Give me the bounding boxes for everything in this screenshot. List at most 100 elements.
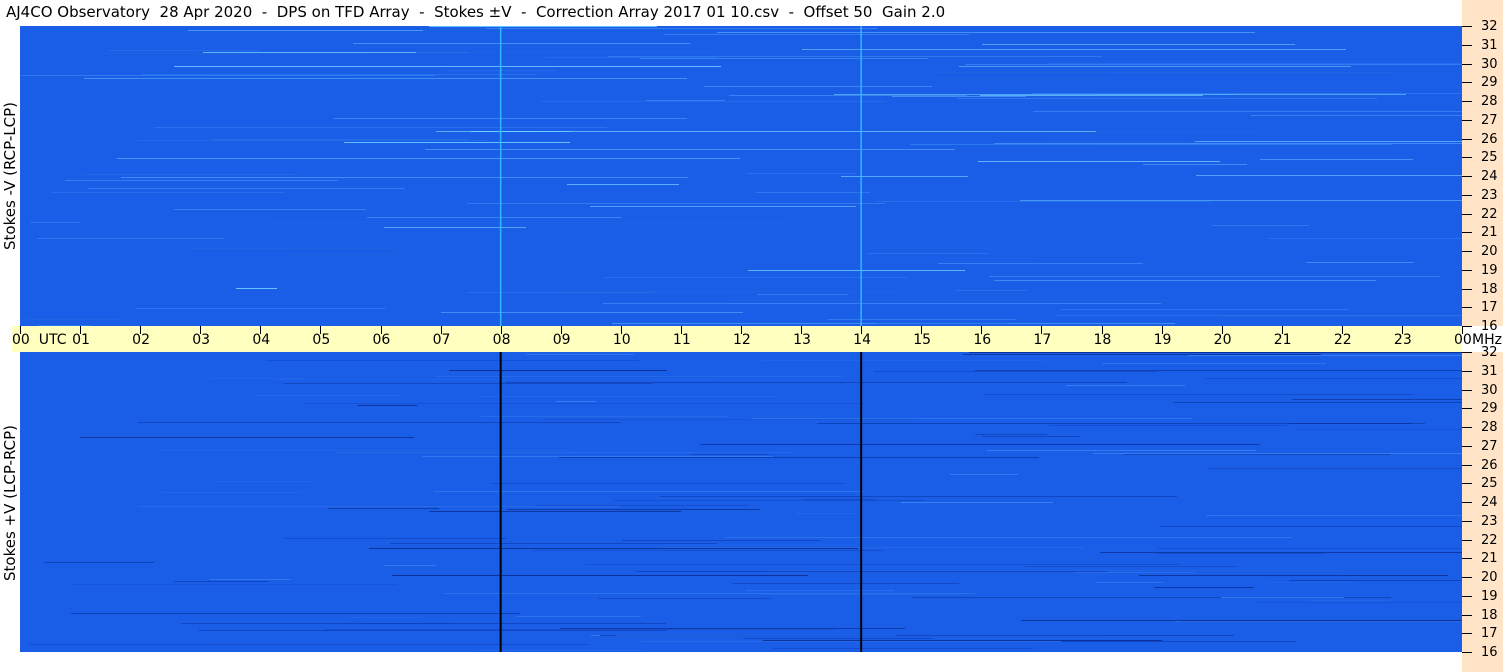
freq-tick-mark: [1462, 502, 1472, 503]
noise-streak: [108, 50, 259, 51]
time-tick-mark: [620, 326, 622, 334]
freq-tick-label: 29: [1481, 401, 1498, 417]
noise-streak: [743, 638, 932, 639]
noise-streak: [71, 613, 520, 614]
noise-streak: [965, 64, 1462, 65]
freq-tick-mark: [1462, 82, 1472, 84]
freq-tick-label: 25: [1481, 476, 1498, 492]
noise-streak: [616, 635, 896, 636]
freq-tick-mark: [1462, 213, 1472, 215]
noise-streak: [980, 95, 1203, 96]
noise-streak: [1097, 144, 1244, 145]
noise-streak: [1049, 63, 1462, 64]
noise-streak: [757, 294, 848, 295]
time-tick-label: 14: [853, 332, 871, 348]
noise-streak: [987, 450, 1256, 451]
noise-streak: [58, 174, 436, 175]
freq-tick-label: 29: [1481, 75, 1498, 91]
freq-tick-label: 24: [1481, 495, 1498, 510]
noise-streak: [556, 401, 596, 402]
noise-streak: [88, 188, 405, 189]
noise-streak: [142, 74, 535, 75]
noise-streak: [278, 379, 718, 380]
time-tick-label: 06: [372, 332, 391, 348]
noise-streak: [622, 540, 820, 541]
noise-streak: [978, 161, 1220, 162]
noise-streak: [199, 630, 667, 631]
noise-streak: [266, 360, 639, 361]
freq-tick-mark: [1462, 44, 1472, 46]
noise-streak: [162, 492, 301, 493]
noise-streak: [1209, 468, 1462, 469]
freq-tick-mark: [1462, 157, 1472, 159]
noise-streak: [135, 308, 386, 309]
freq-tick-mark: [1462, 652, 1472, 653]
freq-tick-mark: [1462, 445, 1472, 447]
noise-streak: [700, 444, 1260, 445]
noise-streak: [614, 500, 925, 501]
noise-streak: [1160, 526, 1462, 527]
noise-streak: [325, 629, 834, 630]
noise-streak: [304, 403, 863, 404]
noise-streak: [725, 537, 1292, 538]
noise-streak: [334, 118, 687, 119]
noise-streak: [81, 53, 368, 54]
freq-tick-mark: [1462, 101, 1472, 102]
spectrogram-svg-top: [20, 26, 1462, 326]
noise-streak: [1175, 621, 1462, 622]
noise-streak: [344, 142, 570, 143]
noise-streak: [357, 405, 417, 406]
freq-tick-label: 27: [1481, 112, 1498, 128]
noise-streak: [1268, 238, 1462, 239]
freq-tick-label: 28: [1481, 94, 1498, 109]
noise-streak: [1251, 115, 1462, 116]
time-tick-mark: [1281, 326, 1283, 334]
freq-tick-label: 30: [1481, 382, 1498, 398]
noise-streak: [803, 499, 875, 500]
freq-tick-label: 28: [1481, 420, 1498, 435]
noise-streak: [1093, 453, 1462, 454]
freq-tick-mark: [1462, 558, 1472, 560]
noise-streak: [957, 98, 1377, 99]
noise-streak: [1266, 582, 1354, 583]
noise-streak: [901, 502, 1053, 503]
freq-tick-label: 32: [1481, 345, 1498, 360]
freq-tick-label: 32: [1481, 19, 1498, 34]
noise-streak: [1061, 309, 1348, 310]
freq-tick-label: 16: [1481, 319, 1498, 334]
noise-streak: [413, 310, 982, 311]
freq-tick-mark: [1462, 389, 1472, 391]
noise-streak: [963, 354, 1321, 355]
time-tick-label: 18: [1093, 332, 1112, 348]
noise-streak: [337, 452, 792, 453]
noise-streak: [436, 376, 842, 377]
noise-streak: [217, 481, 313, 482]
noise-streak: [1021, 620, 1462, 621]
noise-streak: [1196, 175, 1462, 176]
noise-streak: [1260, 159, 1413, 160]
noise-streak: [188, 30, 423, 31]
noise-streak: [1296, 429, 1462, 430]
noise-streak: [975, 370, 1462, 371]
noise-streak: [828, 319, 1016, 320]
freq-tick-mark: [1462, 194, 1472, 196]
noise-streak: [507, 509, 760, 510]
noise-streak: [209, 378, 302, 379]
noise-streak: [877, 201, 1211, 202]
freq-tick-label: 27: [1481, 438, 1498, 454]
noise-streak: [72, 584, 397, 585]
noise-streak: [1289, 580, 1462, 581]
freq-tick-label: 20: [1481, 570, 1498, 585]
noise-streak: [567, 184, 679, 185]
freq-tick-mark: [1462, 577, 1472, 578]
freq-tick-mark: [1462, 427, 1472, 428]
noise-streak: [664, 34, 969, 35]
noise-streak: [950, 474, 1018, 475]
noise-streak: [369, 548, 858, 549]
noise-streak: [559, 457, 1039, 458]
noise-streak: [328, 508, 439, 509]
noise-streak: [429, 511, 681, 512]
noise-streak: [160, 450, 570, 451]
noise-streak: [1195, 141, 1462, 142]
noise-streak: [640, 58, 928, 59]
